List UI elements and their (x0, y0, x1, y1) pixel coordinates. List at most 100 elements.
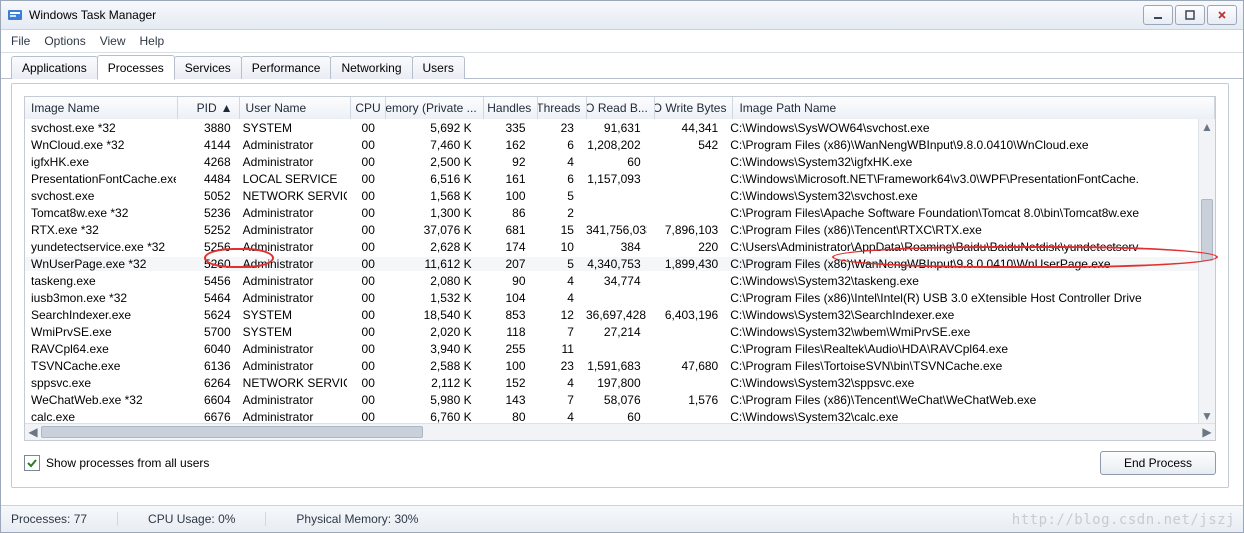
cell: 00 (347, 155, 381, 169)
table-row[interactable]: Tomcat8w.exe *325236Administrator001,300… (25, 204, 1199, 221)
table-row[interactable]: taskeng.exe5456Administrator002,080 K904… (25, 272, 1199, 289)
cell: C:\Program Files (x86)\WanNengWBInput\9.… (724, 138, 1199, 152)
scroll-thumb-vertical[interactable] (1201, 199, 1213, 261)
cell: Administrator (237, 155, 347, 169)
cell: 161 (478, 172, 532, 186)
cell: 91,631 (580, 121, 647, 135)
cell: SYSTEM (237, 308, 347, 322)
table-row[interactable]: WeChatWeb.exe *326604Administrator005,98… (25, 391, 1199, 408)
close-button[interactable] (1207, 5, 1237, 25)
table-row[interactable]: WnUserPage.exe *325260Administrator0011,… (25, 255, 1199, 272)
col-user[interactable]: User Name (240, 97, 352, 119)
cell: 5,980 K (381, 393, 478, 407)
cell: C:\Windows\System32\svchost.exe (724, 189, 1199, 203)
task-manager-window: Windows Task Manager File Options View H… (0, 0, 1244, 533)
cell: 5464 (176, 291, 236, 305)
show-all-users-checkbox[interactable] (24, 455, 40, 471)
table-row[interactable]: PresentationFontCache.exe4484LOCAL SERVI… (25, 170, 1199, 187)
cell: 100 (478, 359, 532, 373)
cell: SearchIndexer.exe (25, 308, 176, 322)
scroll-right-icon[interactable]: ▶ (1199, 424, 1215, 440)
table-row[interactable]: TSVNCache.exe6136Administrator002,588 K1… (25, 357, 1199, 374)
cell: SYSTEM (237, 325, 347, 339)
tab-users[interactable]: Users (412, 56, 465, 79)
cell: C:\Program Files\Realtek\Audio\HDA\RAVCp… (724, 342, 1199, 356)
col-handles[interactable]: Handles (484, 97, 539, 119)
tab-processes[interactable]: Processes (97, 55, 175, 80)
col-cpu[interactable]: CPU (351, 97, 385, 119)
cell: 162 (478, 138, 532, 152)
col-image[interactable]: Image Name (25, 97, 178, 119)
col-path[interactable]: Image Path Name (733, 97, 1215, 119)
horizontal-scrollbar[interactable]: ◀ ▶ (25, 423, 1215, 440)
table-row[interactable]: RTX.exe *325252Administrator0037,076 K68… (25, 221, 1199, 238)
titlebar[interactable]: Windows Task Manager (1, 1, 1243, 30)
col-io-read[interactable]: I/O Read B... (587, 97, 655, 119)
cell: 60 (580, 410, 647, 424)
table-row[interactable]: iusb3mon.exe *325464Administrator001,532… (25, 289, 1199, 306)
cell: Administrator (237, 359, 347, 373)
menu-help[interactable]: Help (140, 34, 165, 48)
maximize-button[interactable] (1175, 5, 1205, 25)
cell: C:\Users\Administrator\AppData\Roaming\B… (724, 240, 1199, 254)
cell: C:\Program Files (x86)\WanNengWBInput\9.… (724, 257, 1199, 271)
cell: 2,628 K (381, 240, 478, 254)
cell: 10 (532, 240, 580, 254)
scroll-thumb-horizontal[interactable] (41, 426, 423, 438)
cell: 1,568 K (381, 189, 478, 203)
grid-body[interactable]: svchost.exe *323880SYSTEM005,692 K335239… (25, 119, 1199, 424)
col-memory[interactable]: Memory (Private ... (386, 97, 484, 119)
vertical-scrollbar[interactable]: ▲ ▼ (1198, 119, 1215, 424)
cell: 174 (478, 240, 532, 254)
menu-options[interactable]: Options (44, 34, 85, 48)
col-pid[interactable]: PID▲ (178, 97, 239, 119)
table-row[interactable]: SearchIndexer.exe5624SYSTEM0018,540 K853… (25, 306, 1199, 323)
menu-file[interactable]: File (11, 34, 30, 48)
cell: 00 (347, 257, 381, 271)
minimize-button[interactable] (1143, 5, 1173, 25)
cell: 00 (347, 223, 381, 237)
col-io-write[interactable]: I/O Write Bytes (655, 97, 734, 119)
cell: 4 (532, 155, 580, 169)
scroll-up-icon[interactable]: ▲ (1199, 119, 1215, 135)
tab-applications[interactable]: Applications (11, 56, 98, 79)
cell: 341,756,033 (580, 223, 647, 237)
cell: SYSTEM (237, 121, 347, 135)
end-process-button[interactable]: End Process (1100, 451, 1216, 475)
cell: 5252 (176, 223, 236, 237)
cell: yundetectservice.exe *32 (25, 240, 176, 254)
table-row[interactable]: WnCloud.exe *324144Administrator007,460 … (25, 136, 1199, 153)
cell: 2,112 K (381, 376, 478, 390)
col-threads[interactable]: Threads (538, 97, 587, 119)
cell: 542 (647, 138, 725, 152)
table-row[interactable]: svchost.exe5052NETWORK SERVICE001,568 K1… (25, 187, 1199, 204)
tab-services[interactable]: Services (174, 56, 242, 79)
cell: 00 (347, 376, 381, 390)
cell: 2 (532, 206, 580, 220)
cell: 6 (532, 172, 580, 186)
table-row[interactable]: WmiPrvSE.exe5700SYSTEM002,020 K118727,21… (25, 323, 1199, 340)
cell: 4 (532, 291, 580, 305)
tab-performance[interactable]: Performance (241, 56, 332, 79)
scroll-down-icon[interactable]: ▼ (1199, 408, 1215, 424)
cell: 5624 (176, 308, 236, 322)
table-row[interactable]: RAVCpl64.exe6040Administrator003,940 K25… (25, 340, 1199, 357)
table-row[interactable]: igfxHK.exe4268Administrator002,500 K9246… (25, 153, 1199, 170)
table-row[interactable]: sppsvc.exe6264NETWORK SERVICE002,112 K15… (25, 374, 1199, 391)
cell: Administrator (237, 257, 347, 271)
scroll-left-icon[interactable]: ◀ (25, 424, 41, 440)
cell: 58,076 (580, 393, 647, 407)
tab-networking[interactable]: Networking (330, 56, 412, 79)
menu-view[interactable]: View (100, 34, 126, 48)
cell: 90 (478, 274, 532, 288)
cell: 00 (347, 138, 381, 152)
cell: 00 (347, 240, 381, 254)
cell: PresentationFontCache.exe (25, 172, 176, 186)
window-title: Windows Task Manager (29, 8, 156, 22)
table-row[interactable]: yundetectservice.exe *325256Administrato… (25, 238, 1199, 255)
table-row[interactable]: calc.exe6676Administrator006,760 K80460C… (25, 408, 1199, 424)
table-row[interactable]: svchost.exe *323880SYSTEM005,692 K335239… (25, 119, 1199, 136)
check-icon (26, 457, 38, 469)
cell: 5 (532, 189, 580, 203)
cell: 207 (478, 257, 532, 271)
